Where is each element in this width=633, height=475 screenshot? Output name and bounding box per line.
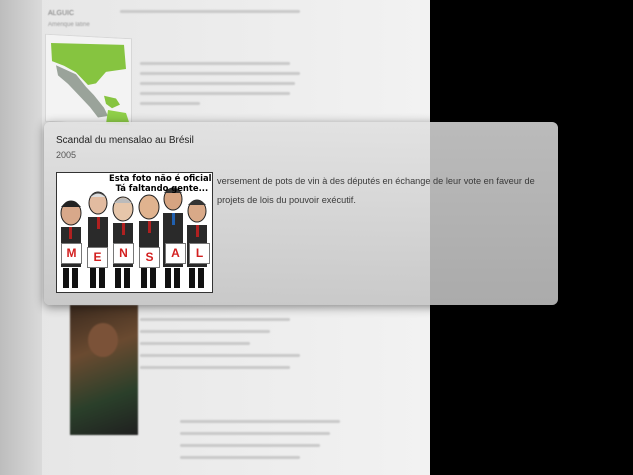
background-text-line [140, 82, 295, 85]
background-text-line [140, 102, 200, 105]
background-text-line [120, 10, 300, 13]
background-text-line [180, 456, 300, 459]
background-text-line [140, 342, 250, 345]
background-header: ALGUIC [48, 10, 75, 17]
event-cartoon-image[interactable]: Esta foto não é oficial. Tá faltando gen… [56, 172, 213, 293]
background-text-line [180, 432, 330, 435]
sign-letter: L [189, 243, 210, 264]
background-text-line [180, 444, 320, 447]
background-text-line [140, 366, 290, 369]
background-portrait-photo[interactable] [70, 305, 138, 435]
event-title: Scandal du mensalao au Brésil [56, 135, 194, 146]
background-text-line [140, 330, 270, 333]
cartoon-caption: Esta foto não é oficial. Tá faltando gen… [109, 173, 213, 193]
sign-letter: S [139, 247, 160, 268]
event-detail-card[interactable]: Scandal du mensalao au Brésil 2005 Esta … [44, 122, 558, 305]
sign-letter: M [61, 243, 82, 264]
background-text-line [140, 318, 290, 321]
background-text-line [180, 420, 340, 423]
event-year: 2005 [56, 150, 77, 160]
background-text-line [140, 62, 290, 65]
background-map-thumbnail[interactable] [45, 33, 132, 127]
sign-letter: A [165, 243, 186, 264]
event-description: versement de pots de vin à des députés e… [217, 176, 535, 205]
sign-letter: E [87, 247, 108, 268]
background-text-line [140, 92, 290, 95]
sign-letter: N [113, 243, 134, 264]
background-page-edge [0, 0, 42, 475]
background-text-line [140, 354, 300, 357]
background-subheader: Amérique latine [48, 22, 90, 28]
map-of-americas [46, 34, 131, 126]
background-text-line [140, 72, 300, 75]
